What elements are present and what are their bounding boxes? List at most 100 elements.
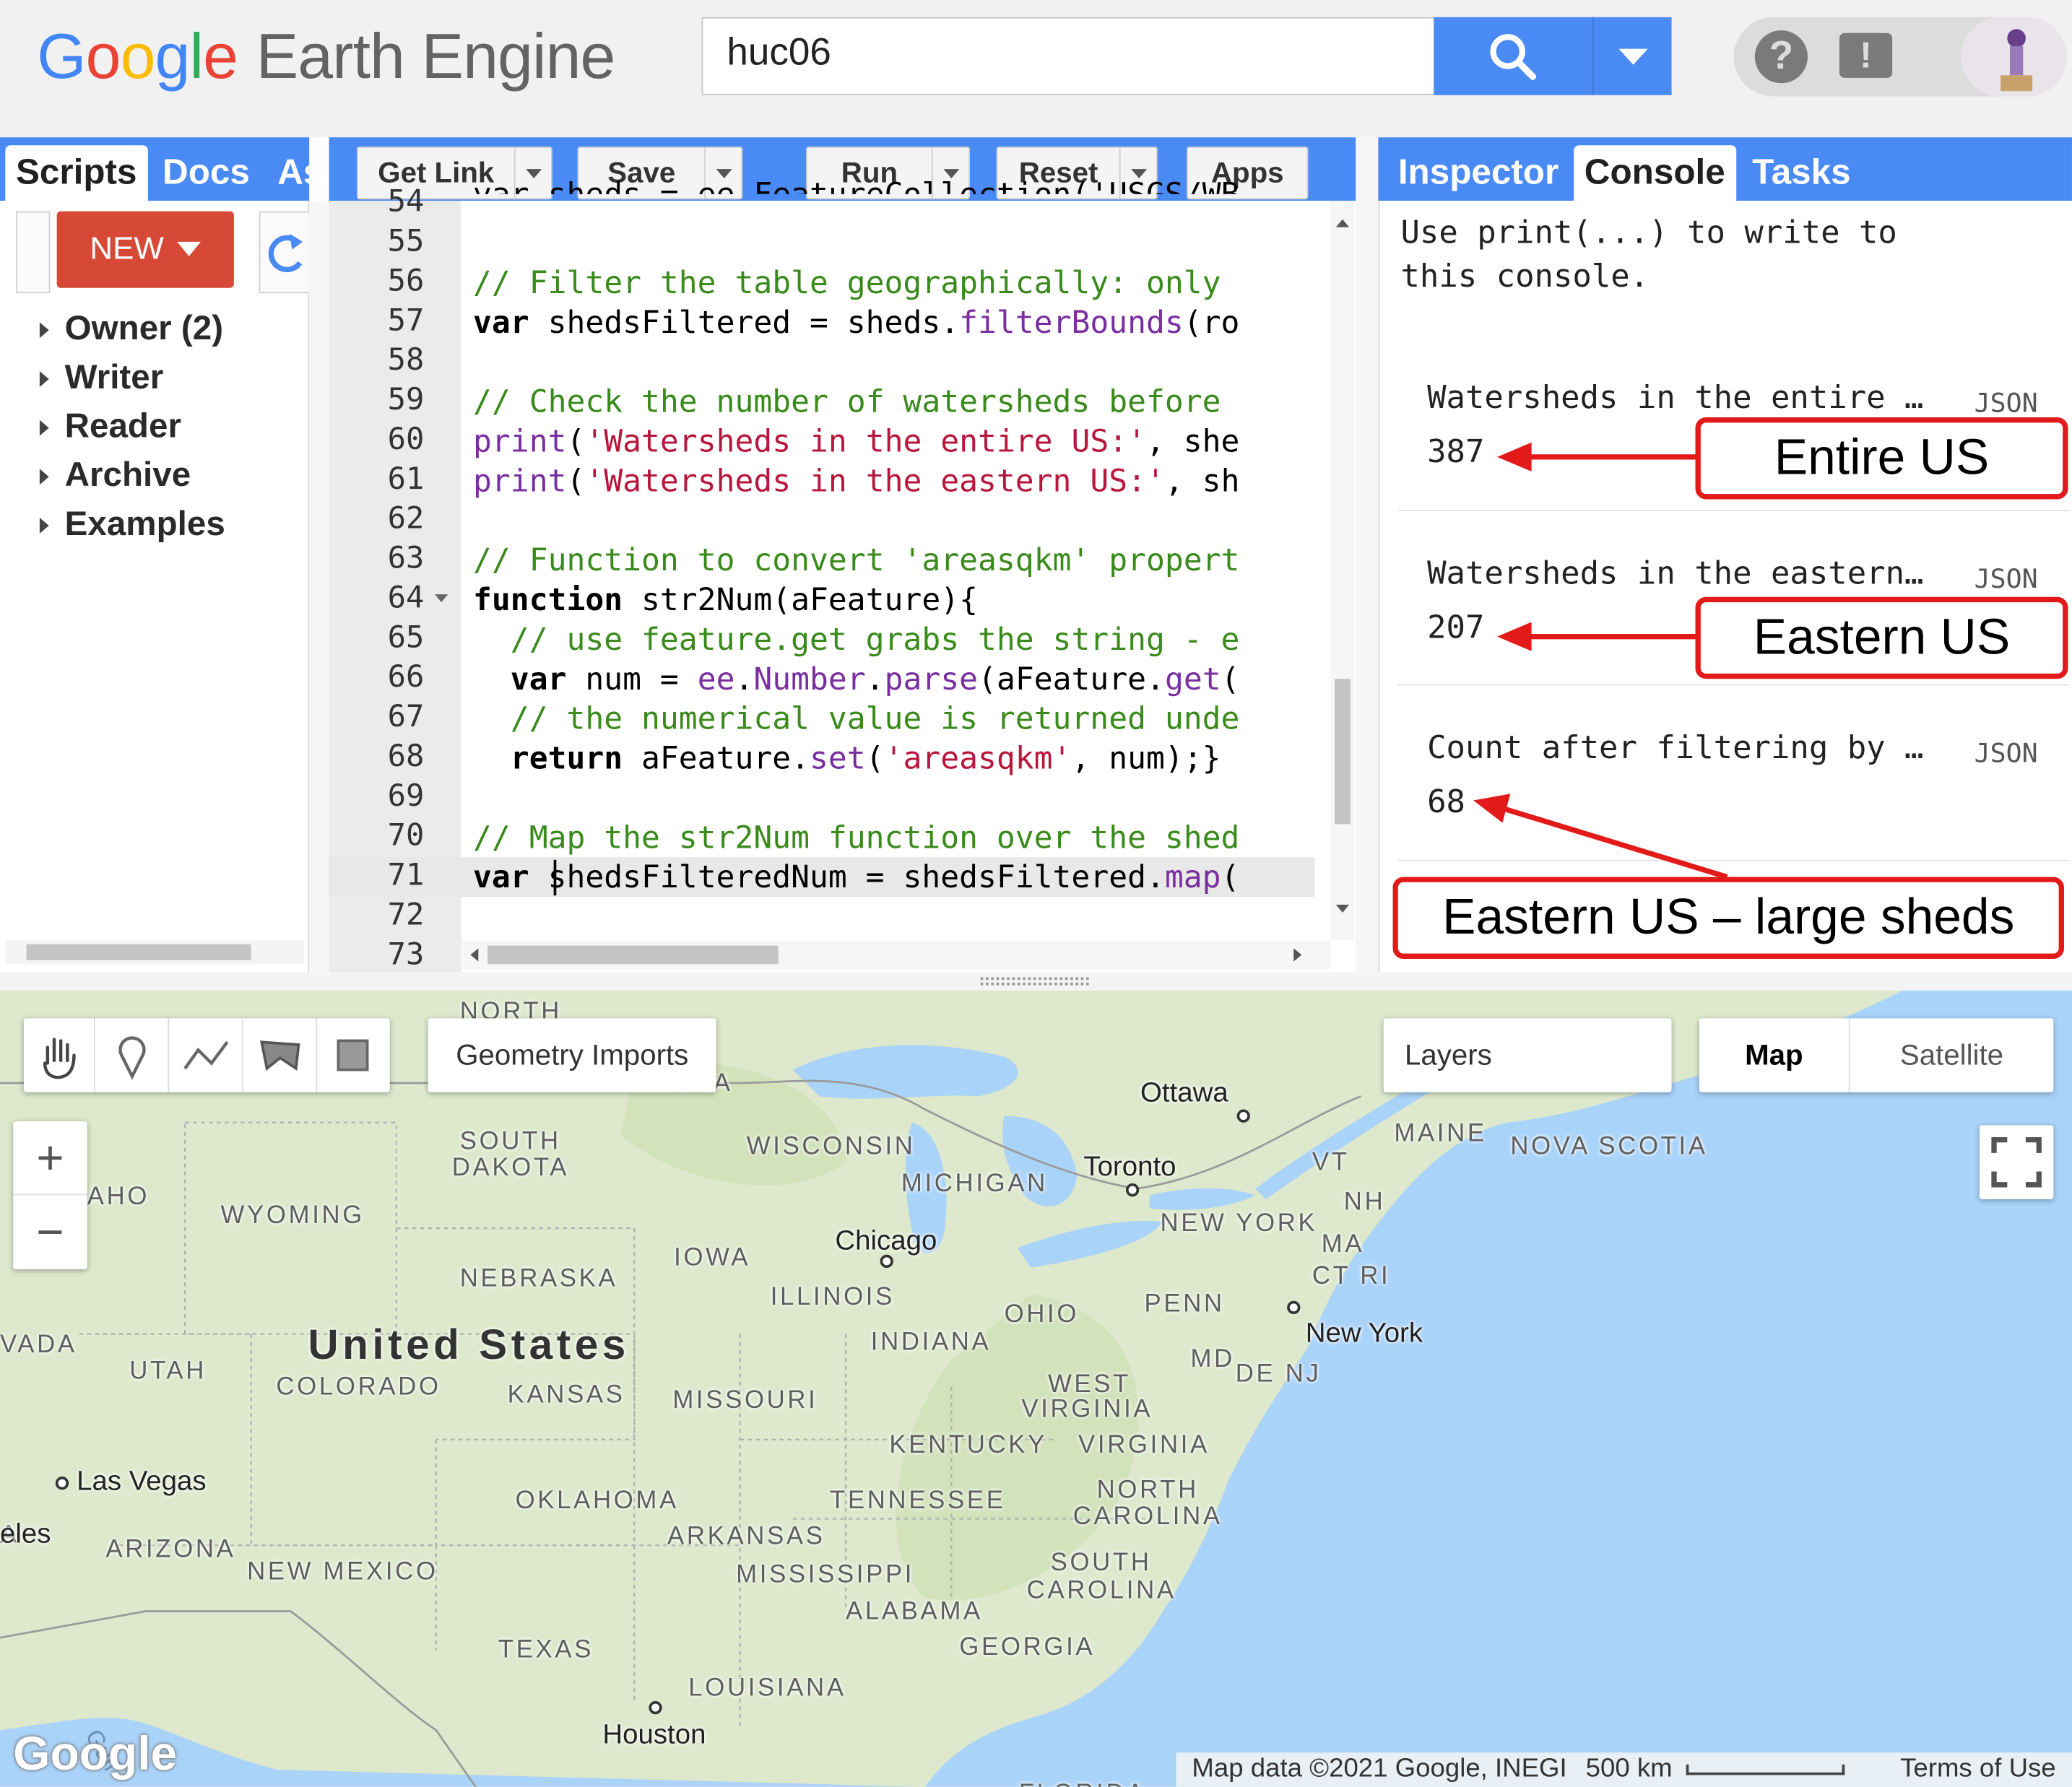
tab-scripts[interactable]: Scripts <box>5 145 148 201</box>
fullscreen-icon <box>1991 1136 2042 1188</box>
code-line-partial[interactable]: var sheds = ee.FeatureCollection('USGS/W… <box>473 175 1239 194</box>
line-number: 54 <box>387 185 425 219</box>
horizontal-scrollbar[interactable] <box>461 940 1331 970</box>
hand-icon[interactable] <box>24 1018 95 1092</box>
polygon-icon[interactable] <box>243 1018 318 1092</box>
search-dropdown-button[interactable] <box>1592 17 1672 95</box>
search-input[interactable]: huc06 <box>701 17 1436 95</box>
scrollbar-thumb[interactable] <box>26 944 251 960</box>
city-label: New York <box>1305 1318 1423 1349</box>
search-icon <box>1490 33 1537 79</box>
scroll-left-arrow[interactable] <box>470 948 479 962</box>
panel-splitter[interactable] <box>1356 137 1379 973</box>
zoom-control: + − <box>13 1121 87 1269</box>
region-label: MA <box>1321 1230 1365 1259</box>
code-line[interactable]: var num = ee.Number.parse(aFeature.get( <box>473 661 1319 697</box>
map-type-satellite-button[interactable]: Satellite <box>1850 1018 2054 1092</box>
tree-item-examples[interactable]: Examples <box>39 503 225 544</box>
region-label: NEW YORK <box>1160 1209 1318 1238</box>
code-line[interactable]: var shedsFiltered = sheds.filterBounds(r… <box>473 304 1319 341</box>
code-line[interactable]: print('Watersheds in the entire US:', sh… <box>473 422 1319 459</box>
feedback-icon[interactable]: ! <box>1839 32 1893 78</box>
scroll-right-arrow[interactable] <box>1293 948 1302 962</box>
new-button[interactable]: NEW <box>56 211 234 288</box>
line-number: 61 <box>387 462 425 497</box>
help-icon[interactable]: ? <box>1754 30 1808 84</box>
region-label: WISCONSIN <box>746 1133 916 1161</box>
city-label: Ottawa <box>1140 1077 1228 1108</box>
map-view[interactable]: NORTH SOUTH DAKOTA WISCONSIN MICHIGAN MAINE NO… <box>0 990 2072 1787</box>
rectangle-icon[interactable] <box>317 1018 390 1092</box>
scroll-down-arrow[interactable] <box>1335 905 1350 913</box>
city-label: Chicago <box>835 1225 937 1256</box>
region-label: VIRGINIA <box>1078 1431 1210 1460</box>
tab-console[interactable]: Console <box>1574 145 1736 201</box>
code-line[interactable]: function str2Num(aFeature){ <box>473 581 1319 618</box>
city-marker <box>880 1254 893 1269</box>
zoom-in-button[interactable]: + <box>13 1121 87 1196</box>
refresh-button[interactable] <box>259 211 312 294</box>
zoom-out-button[interactable]: − <box>13 1195 87 1269</box>
line-number: 56 <box>387 264 425 299</box>
code-line[interactable]: // Filter the table geographically: only <box>473 264 1319 301</box>
tree-item-label: Reader <box>64 405 181 445</box>
map-type-label: Map <box>1745 1038 1803 1071</box>
region-label: MISSOURI <box>672 1386 818 1415</box>
map-attribution: Map data ©2021 Google, INEGI <box>1192 1754 1567 1783</box>
tree-item-writer[interactable]: Writer <box>39 357 163 398</box>
code-line[interactable]: // Map the str2Num function over the she… <box>473 819 1319 856</box>
code-line[interactable]: // Function to convert 'areasqkm' proper… <box>473 542 1319 578</box>
line-number: 60 <box>387 422 425 457</box>
region-label: CT RI <box>1312 1262 1391 1291</box>
map-type-toggle: Map Satellite <box>1699 1018 2054 1092</box>
scrollbar-thumb[interactable] <box>1334 679 1351 825</box>
scroll-up-arrow[interactable] <box>1335 219 1350 227</box>
zoom-in-label: + <box>36 1129 64 1184</box>
tree-item-archive[interactable]: Archive <box>39 454 191 495</box>
marker-icon[interactable] <box>95 1018 170 1092</box>
line-number: 68 <box>387 739 425 774</box>
filter-box[interactable] <box>15 211 51 294</box>
code-line[interactable]: // use feature.get grabs the string - e <box>473 621 1319 658</box>
vertical-scrollbar[interactable] <box>1330 201 1355 941</box>
geometry-imports-button[interactable]: Geometry Imports <box>428 1018 716 1092</box>
fullscreen-button[interactable] <box>1979 1125 2054 1199</box>
region-label: NEW MEXICO <box>247 1558 438 1586</box>
region-label: MICHIGAN <box>901 1170 1048 1199</box>
tab-docs[interactable]: Docs <box>152 145 260 201</box>
panel-splitter[interactable] <box>309 201 329 973</box>
line-number: 70 <box>387 819 425 853</box>
tree-item-owner[interactable]: Owner (2) <box>39 308 223 349</box>
tab-tasks[interactable]: Tasks <box>1742 145 1862 201</box>
terms-of-use-link[interactable]: Terms of Use <box>1900 1754 2056 1784</box>
fold-arrow-icon[interactable] <box>434 594 448 603</box>
code-line[interactable]: var shedsFilteredNum = shedsFiltered.map… <box>473 858 1319 895</box>
code-line[interactable]: return aFeature.set('areasqkm', num);} <box>473 739 1319 776</box>
tree-item-reader[interactable]: Reader <box>39 405 181 447</box>
code-line[interactable]: // Check the number of watersheds before <box>473 383 1319 419</box>
app-logo[interactable]: Google Earth Engine <box>37 21 615 94</box>
layers-label: Layers <box>1404 1038 1492 1071</box>
drag-dots[interactable] <box>980 977 1089 986</box>
region-label: ALABAMA <box>846 1598 983 1626</box>
code-line[interactable]: // the numerical value is returned unde <box>473 700 1319 736</box>
scrollbar-thumb[interactable] <box>487 945 779 965</box>
arrow-line <box>1501 805 1728 880</box>
region-label: NORTH <box>1096 1477 1199 1505</box>
city-label: Las Vegas <box>77 1466 207 1497</box>
code-line[interactable]: print('Watersheds in the eastern US:', s… <box>473 462 1319 499</box>
line-icon[interactable] <box>169 1018 243 1092</box>
region-label: WYOMING <box>220 1201 365 1230</box>
city-marker <box>1287 1300 1301 1315</box>
tab-assets[interactable]: As <box>267 145 309 201</box>
region-label: KANSAS <box>507 1381 625 1409</box>
horizontal-scrollbar[interactable] <box>5 940 304 965</box>
layers-button[interactable]: Layers <box>1383 1018 1672 1092</box>
search-button[interactable] <box>1434 17 1592 95</box>
avatar[interactable] <box>1961 17 2067 97</box>
tree-item-label: Archive <box>64 454 191 495</box>
arrow-head <box>1473 794 1511 823</box>
line-number: 72 <box>387 897 425 933</box>
tab-inspector[interactable]: Inspector <box>1387 145 1569 201</box>
map-type-map-button[interactable]: Map <box>1699 1018 1850 1092</box>
